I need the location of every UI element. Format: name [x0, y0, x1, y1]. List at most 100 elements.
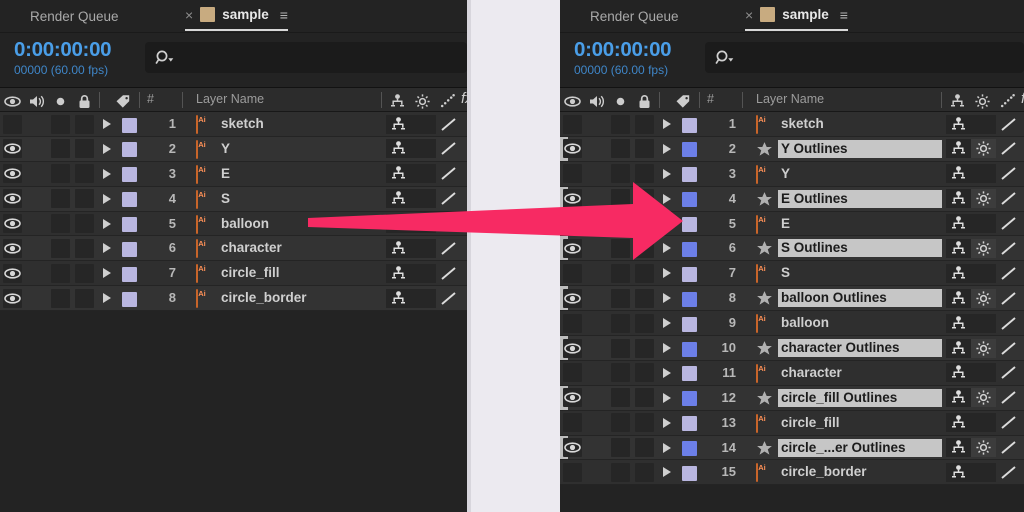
video-toggle[interactable] [563, 438, 582, 458]
audio-switch-icon[interactable] [587, 92, 606, 111]
lock-switch-icon[interactable] [75, 92, 94, 111]
label-color-swatch[interactable] [682, 241, 697, 257]
column-header-layer-name[interactable]: Layer Name [196, 92, 264, 106]
lock-toggle[interactable] [635, 338, 654, 358]
quality-cell[interactable] [996, 139, 1021, 158]
quality-cell[interactable] [996, 289, 1021, 308]
tab-render-queue[interactable]: Render Queue [30, 0, 119, 33]
layer-row[interactable]: 5E [560, 211, 1024, 237]
parent-switch-cell[interactable] [386, 263, 411, 283]
label-color-swatch[interactable] [682, 316, 697, 332]
search-input[interactable] [705, 42, 1024, 73]
disclosure-triangle[interactable] [103, 268, 111, 279]
column-header-layer-name[interactable]: Layer Name [756, 92, 824, 106]
solo-toggle[interactable] [51, 114, 70, 134]
parent-switch-icon[interactable] [388, 92, 407, 111]
label-color-swatch[interactable] [682, 465, 697, 481]
label-color-icon[interactable] [114, 92, 133, 111]
quality-cell[interactable] [996, 363, 1021, 382]
lock-toggle[interactable] [635, 114, 654, 134]
solo-toggle[interactable] [51, 214, 70, 234]
label-color-swatch[interactable] [682, 291, 697, 307]
audio-toggle[interactable] [27, 214, 46, 233]
quality-cell[interactable] [996, 413, 1021, 432]
quality-cell[interactable] [436, 264, 461, 283]
audio-toggle[interactable] [587, 388, 606, 407]
layer-row[interactable]: 7S [560, 261, 1024, 287]
current-timecode[interactable]: 0:00:00:00 [574, 38, 672, 62]
continuous-rasterize-cell[interactable] [971, 288, 996, 308]
audio-toggle[interactable] [27, 139, 46, 158]
layer-name[interactable]: sketch [778, 115, 942, 133]
current-time-display[interactable]: 0:00:00:00 00000 (60.00 fps) [14, 38, 112, 78]
video-toggle[interactable] [563, 114, 582, 134]
disclosure-triangle[interactable] [663, 168, 671, 179]
quality-cell[interactable] [996, 438, 1021, 457]
video-toggle[interactable] [563, 164, 582, 184]
audio-toggle[interactable] [587, 314, 606, 333]
video-toggle[interactable] [563, 413, 582, 433]
layer-row[interactable]: 3E [0, 161, 467, 187]
audio-switch-icon[interactable] [27, 92, 46, 111]
layer-row[interactable]: 1 sketch [560, 112, 1024, 137]
layer-name[interactable]: S [778, 264, 942, 282]
quality-cell[interactable] [996, 388, 1021, 407]
layer-row[interactable]: 2 Y Outlines [560, 136, 1024, 162]
continuous-rasterize-cell[interactable] [411, 164, 436, 184]
layer-name[interactable]: E [218, 165, 382, 183]
continuous-rasterize-cell[interactable] [971, 413, 996, 433]
parent-switch-cell[interactable] [946, 313, 971, 333]
label-color-swatch[interactable] [122, 117, 137, 133]
solo-toggle[interactable] [611, 189, 630, 209]
parent-switch-cell[interactable] [386, 164, 411, 184]
continuous-rasterize-cell[interactable] [411, 214, 436, 234]
video-toggle[interactable] [563, 462, 582, 482]
parent-switch-cell[interactable] [386, 238, 411, 258]
continuous-rasterize-cell[interactable] [971, 462, 996, 482]
disclosure-triangle[interactable] [103, 293, 111, 304]
quality-cell[interactable] [996, 189, 1021, 208]
disclosure-triangle[interactable] [663, 119, 671, 129]
layer-name[interactable]: Y Outlines [778, 139, 942, 158]
video-toggle[interactable] [563, 214, 582, 234]
layer-name[interactable]: character Outlines [778, 339, 942, 358]
quality-cell[interactable] [436, 289, 461, 308]
audio-toggle[interactable] [587, 438, 606, 457]
audio-toggle[interactable] [27, 264, 46, 283]
label-color-swatch[interactable] [122, 192, 137, 208]
layer-row[interactable]: 5 balloon [0, 211, 467, 237]
parent-switch-cell[interactable] [946, 438, 971, 458]
parent-switch-cell[interactable] [946, 214, 971, 234]
layer-name[interactable]: Y [778, 165, 942, 183]
layer-name[interactable]: circle_fill [778, 414, 942, 432]
parent-switch-icon[interactable] [948, 92, 967, 111]
continuous-rasterize-cell[interactable] [971, 189, 996, 209]
lock-switch-icon[interactable] [635, 92, 654, 111]
video-toggle[interactable] [563, 263, 582, 283]
disclosure-triangle[interactable] [663, 318, 671, 329]
quality-cell[interactable] [436, 189, 461, 208]
search-input[interactable] [145, 42, 467, 73]
layer-name[interactable]: circle_border [778, 463, 942, 481]
solo-toggle[interactable] [51, 164, 70, 184]
lock-toggle[interactable] [635, 462, 654, 482]
solo-toggle[interactable] [611, 313, 630, 333]
solo-toggle[interactable] [611, 338, 630, 358]
continuous-rasterize-cell[interactable] [411, 238, 436, 258]
label-color-swatch[interactable] [122, 291, 137, 307]
solo-switch-icon[interactable] [51, 92, 70, 111]
layer-name[interactable]: S [218, 190, 382, 208]
lock-toggle[interactable] [75, 164, 94, 184]
audio-toggle[interactable] [587, 363, 606, 382]
parent-switch-cell[interactable] [946, 263, 971, 283]
continuous-rasterize-cell[interactable] [971, 263, 996, 283]
video-toggle[interactable] [563, 189, 582, 209]
audio-toggle[interactable] [27, 239, 46, 258]
current-timecode[interactable]: 0:00:00:00 [14, 38, 112, 62]
label-color-swatch[interactable] [682, 167, 697, 183]
layer-name[interactable]: balloon Outlines [778, 289, 942, 308]
close-icon[interactable]: × [185, 7, 193, 23]
audio-toggle[interactable] [587, 339, 606, 358]
audio-toggle[interactable] [27, 189, 46, 208]
label-color-swatch[interactable] [682, 341, 697, 357]
